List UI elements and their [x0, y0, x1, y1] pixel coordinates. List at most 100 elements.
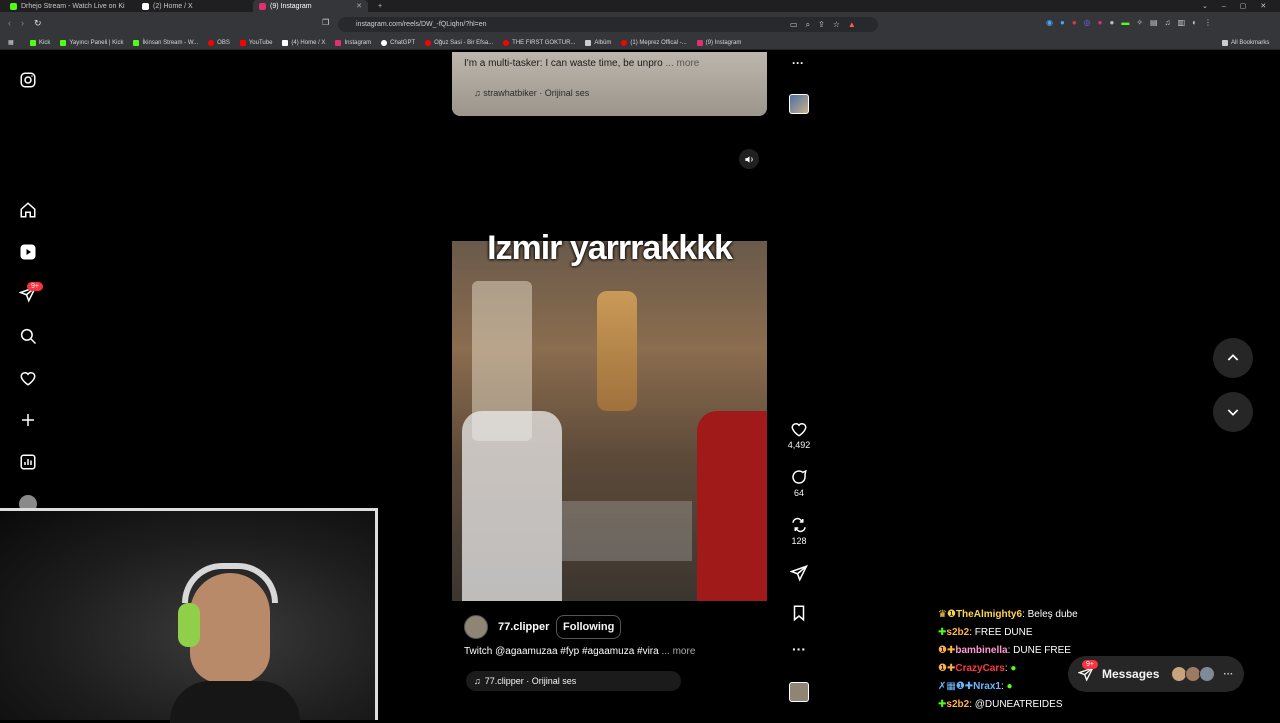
more-icon[interactable]: ···: [1223, 669, 1233, 680]
extension-icon[interactable]: ◎: [1084, 18, 1091, 27]
bookmark-item[interactable]: (1) Meprez Offical -...: [621, 39, 687, 46]
forward-icon[interactable]: ›: [21, 18, 24, 29]
emote-icon: ●: [1010, 663, 1017, 674]
zoom-icon[interactable]: ⌕: [806, 20, 810, 30]
instagram-logo-icon[interactable]: [18, 70, 38, 90]
bookmark-item[interactable]: (4) Home / X: [282, 39, 325, 46]
webcam-overlay: [0, 508, 378, 723]
volume-icon[interactable]: [739, 149, 759, 169]
bookmark-item[interactable]: Instagram: [335, 39, 371, 46]
more-link[interactable]: ... more: [661, 646, 695, 657]
chevron-down-icon: [1227, 409, 1239, 416]
search-icon[interactable]: [18, 326, 38, 346]
bookmark-item[interactable]: Kick: [30, 39, 50, 46]
tab-title: (2) Home / X: [153, 2, 193, 10]
close-tab-icon[interactable]: ✕: [356, 2, 362, 10]
bookmark-item[interactable]: İkinsan Stream - W...: [133, 39, 198, 46]
notifications-heart-icon[interactable]: [18, 368, 38, 388]
audio-thumbnail[interactable]: [789, 682, 809, 702]
previous-audio-thumbnail[interactable]: [789, 94, 809, 114]
repost-button[interactable]: 128: [786, 516, 812, 546]
previous-reel-button[interactable]: [1213, 338, 1253, 378]
tab-x[interactable]: (2) Home / X: [136, 0, 251, 12]
chat-message: ♛❶TheAlmighty6: Beleş dube: [938, 609, 1078, 620]
bookmark-item[interactable]: Oğuz Sasi - Bir Efsa...: [425, 39, 493, 46]
save-button[interactable]: [786, 604, 812, 624]
share-icon: [790, 564, 808, 582]
share-button[interactable]: [786, 564, 812, 584]
new-tab-button[interactable]: +: [372, 0, 386, 12]
puzzle-icon[interactable]: ✧: [1136, 18, 1143, 27]
extension-icon[interactable]: ●: [1060, 18, 1065, 27]
dashboard-icon[interactable]: [18, 452, 38, 472]
bookmark-item[interactable]: Yayıncı Paneli | Kick: [60, 39, 123, 46]
reload-icon[interactable]: ↻: [34, 18, 42, 29]
more-link[interactable]: ... more: [665, 58, 699, 69]
tab-kick[interactable]: Drhejo Stream - Watch Live on Ki: [4, 0, 134, 12]
previous-reel-audio[interactable]: ♫ strawhatbiker · Orijinal ses: [474, 88, 589, 98]
extension-icon[interactable]: ●: [1072, 18, 1077, 27]
apps-grid-icon[interactable]: ▦: [8, 39, 14, 46]
create-plus-icon[interactable]: [18, 410, 38, 430]
reel-video[interactable]: [452, 241, 767, 601]
bookmark-item[interactable]: OBS: [208, 39, 230, 46]
headset: [182, 563, 278, 603]
tab-instagram[interactable]: (9) Instagram ✕: [253, 0, 368, 12]
like-button[interactable]: 4,492: [786, 420, 812, 450]
reels-icon[interactable]: [18, 242, 38, 262]
extension-icon[interactable]: ●: [1098, 18, 1103, 27]
bookmark-item[interactable]: THE FIRST GOKTUR...: [503, 39, 575, 46]
bookmark-item[interactable]: Albüm: [585, 39, 611, 46]
comment-button[interactable]: 64: [786, 468, 812, 498]
menu-icon[interactable]: ⋮: [1204, 18, 1212, 27]
tab-search-icon[interactable]: ⌄: [1202, 2, 1208, 10]
messages-badge: 9+: [1082, 660, 1098, 669]
extension-icon[interactable]: ●: [1110, 18, 1115, 27]
sidebar-icon[interactable]: ▥: [1178, 18, 1186, 27]
video-text-overlay: Izmir yarrrakkkk: [487, 229, 733, 267]
music-icon[interactable]: ♫: [1165, 18, 1171, 27]
close-window-icon[interactable]: ✕: [1260, 2, 1266, 10]
instagram-icon: [259, 2, 266, 10]
profile-icon[interactable]: ◐: [1192, 18, 1197, 27]
username[interactable]: 77.clipper: [498, 621, 549, 633]
more-options-icon[interactable]: ···: [786, 641, 812, 657]
music-note-icon: ♫: [474, 676, 481, 686]
minimize-icon[interactable]: –: [1222, 3, 1226, 10]
star-icon[interactable]: ☆: [833, 20, 840, 30]
nav-buttons: ‹ › ↻: [8, 18, 42, 29]
maximize-icon[interactable]: ▢: [1240, 2, 1247, 10]
bookmark-item[interactable]: (9) Instagram: [696, 39, 741, 46]
all-bookmarks[interactable]: All Bookmarks: [1222, 40, 1269, 46]
screen-icon[interactable]: ▭: [790, 20, 798, 30]
repost-count: 128: [791, 536, 807, 546]
reel-video-player[interactable]: Izmir yarrrakkkk 77.clipper Following Tw…: [452, 141, 767, 703]
url-text: instagram.com/reels/DW_-fQLiqhn/?hl=en: [356, 21, 487, 28]
following-button[interactable]: Following: [556, 615, 622, 639]
kick-icon: [10, 2, 17, 10]
previous-more-options-icon[interactable]: ···: [792, 56, 804, 70]
emote-icon: ●: [1006, 681, 1013, 692]
tab-title: Drhejo Stream - Watch Live on Ki: [21, 2, 125, 10]
bookmark-item[interactable]: ChatGPT: [381, 39, 415, 46]
extension-icon[interactable]: ▬: [1121, 18, 1129, 27]
extension-icon[interactable]: ◉: [1046, 18, 1053, 27]
address-bar-actions: ▭ ⌕ ⇪ ☆ ▲: [790, 20, 856, 30]
back-icon[interactable]: ‹: [8, 18, 11, 29]
repost-icon: [792, 517, 806, 533]
chat-message: ❶✚CrazyCars: ●: [938, 663, 1017, 674]
extension-icon[interactable]: ▤: [1150, 18, 1158, 27]
extension-icons: ◉ ● ● ◎ ● ● ▬ ✧ ▤ ♫ ▥ ◐ ⋮: [1046, 18, 1212, 27]
headset-earcup: [178, 603, 200, 647]
heart-icon: [791, 423, 807, 437]
tab-title: (9) Instagram: [270, 2, 312, 10]
home-icon[interactable]: [18, 200, 38, 220]
previous-reel[interactable]: I'm a multi-tasker: I can waste time, be…: [452, 52, 767, 116]
audio-track[interactable]: ♫ 77.clipper · Orijinal ses: [466, 671, 681, 691]
share-icon[interactable]: ⇪: [818, 20, 825, 30]
bookmark-page-icon[interactable]: ❐: [322, 18, 329, 27]
next-reel-button[interactable]: [1213, 392, 1253, 432]
shield-icon[interactable]: ▲: [848, 20, 856, 30]
user-avatar[interactable]: [464, 615, 488, 639]
bookmark-item[interactable]: YouTube: [239, 39, 272, 46]
